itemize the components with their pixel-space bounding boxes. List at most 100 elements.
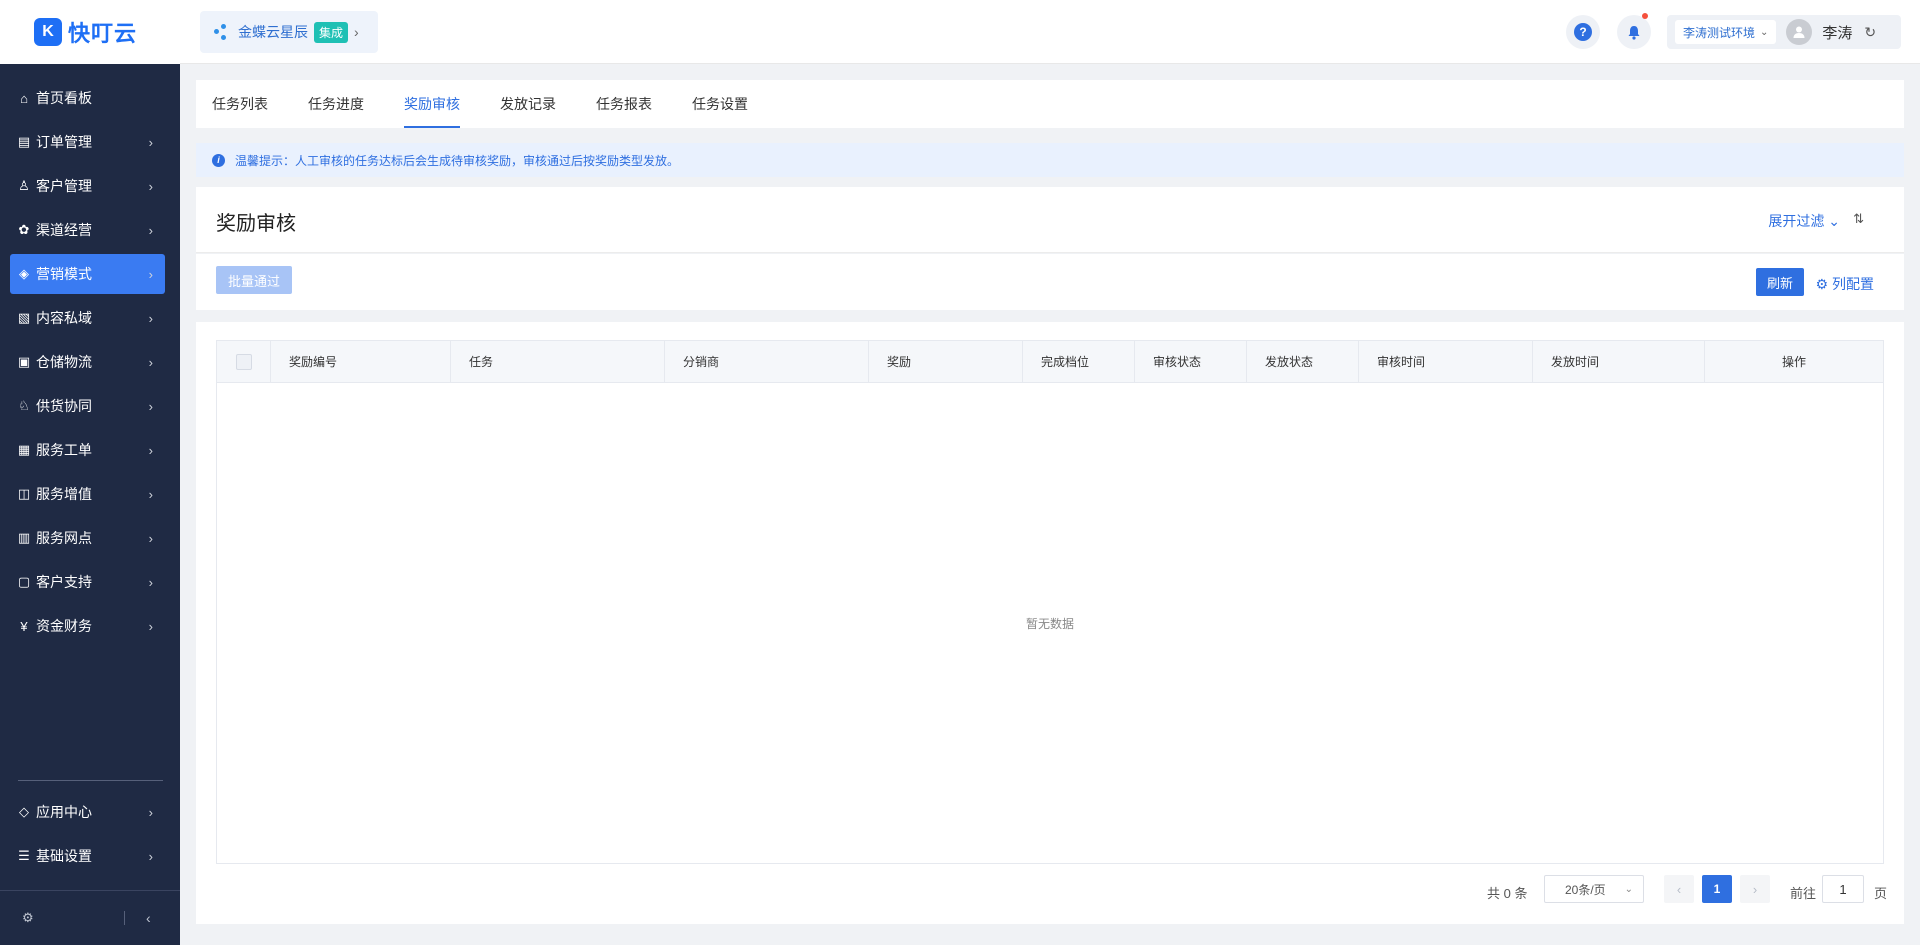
tip-banner: i 温馨提示：人工审核的任务达标后会生成待审核奖励，审核通过后按奖励类型发放。: [196, 143, 1904, 177]
sidebar-item-9[interactable]: ▦ 服务工单 ›: [10, 430, 165, 470]
sidebar-item-5[interactable]: ◈ 营销模式 ›: [10, 254, 165, 294]
task-tabs: 任务列表 任务进度 奖励审核 发放记录 任务报表 任务设置: [196, 80, 1904, 128]
logo[interactable]: K 快叮云: [0, 0, 180, 64]
warehouse-icon: ▣: [17, 354, 31, 369]
home-icon: ⌂: [20, 90, 28, 106]
sidebar: ⚙ ‹ ⌂ 首页看板 ▤ 订单管理 › ♙ 客户管理 › ✿ 渠道经营 › ◈ 营销模式 › ▧ 内容私域 › ▣…: [0, 64, 180, 945]
tab-4[interactable]: 发放记录: [500, 80, 556, 128]
sidebar-item-13[interactable]: ¥ 资金财务 ›: [10, 606, 165, 646]
product-logo-icon: [214, 22, 230, 42]
channel-icon: ✿: [18, 222, 30, 237]
page-1-button[interactable]: 1: [1702, 875, 1732, 903]
tab-5[interactable]: 任务报表: [596, 80, 652, 128]
column-header-6: 审核状态: [1135, 341, 1247, 383]
chevron-right-icon: ›: [148, 178, 153, 194]
sidebar-item-label: 应用中心: [36, 804, 92, 820]
column-header-4: 奖励: [869, 341, 1023, 383]
chevron-right-icon: ›: [148, 848, 153, 864]
select-all-checkbox-cell: [217, 341, 271, 383]
total-count: 共 0 条: [1487, 886, 1528, 901]
page-suffix: 页: [1874, 886, 1888, 901]
sidebar-item-2[interactable]: ▤ 订单管理 ›: [10, 122, 165, 162]
sliders-icon: ☰: [18, 848, 30, 863]
prev-page-button[interactable]: ‹: [1664, 875, 1694, 903]
info-icon: i: [212, 153, 225, 167]
yen-icon: ¥: [20, 618, 28, 634]
store-icon: ▥: [17, 530, 31, 545]
product-name: 金蝶云星辰: [238, 24, 308, 40]
sidebar-item-4[interactable]: ✿ 渠道经营 ›: [10, 210, 165, 250]
column-config-button[interactable]: ⚙ 列配置: [1816, 274, 1874, 294]
order-icon: ▤: [17, 134, 31, 149]
page-header: 奖励审核 展开过滤 ⌄ ⇅: [196, 187, 1904, 253]
help-button[interactable]: ?: [1566, 15, 1600, 49]
notification-dot: [1642, 13, 1648, 19]
goto-page-input[interactable]: 1: [1822, 875, 1864, 903]
notification-button[interactable]: [1617, 13, 1651, 49]
environment-label: 李涛测试环境: [1683, 25, 1756, 40]
sidebar-item-1[interactable]: ⌂ 首页看板: [10, 78, 165, 118]
sidebar-item-label: 服务工单: [36, 442, 92, 458]
tab-6[interactable]: 任务设置: [692, 80, 748, 128]
bell-icon: [1628, 25, 1640, 40]
chevron-right-icon: ›: [148, 310, 153, 326]
next-page-button[interactable]: ›: [1740, 875, 1770, 903]
sidebar-item-6[interactable]: ▧ 内容私域 ›: [10, 298, 165, 338]
settings-icon[interactable]: ⚙: [22, 910, 34, 926]
user-name[interactable]: 李涛: [1822, 22, 1852, 43]
avatar[interactable]: [1786, 19, 1813, 45]
tab-1[interactable]: 任务列表: [212, 80, 268, 128]
refresh-button[interactable]: 刷新: [1756, 268, 1804, 296]
sidebar-item-11[interactable]: ▥ 服务网点 ›: [10, 518, 165, 558]
product-switcher[interactable]: 金蝶云星辰 集成 ›: [200, 11, 378, 53]
batch-approve-button[interactable]: 批量通过: [216, 266, 292, 294]
page-size-select[interactable]: 20条/页 ⌄: [1544, 875, 1644, 903]
tab-3[interactable]: 奖励审核: [404, 80, 460, 128]
sidebar-item-14[interactable]: ◇ 应用中心 ›: [10, 792, 165, 832]
column-config-label: 列配置: [1832, 276, 1874, 292]
sidebar-item-10[interactable]: ◫ 服务增值 ›: [10, 474, 165, 514]
chevron-right-icon: ›: [148, 486, 153, 502]
sidebar-item-label: 渠道经营: [36, 222, 92, 238]
sidebar-item-label: 服务网点: [36, 530, 92, 546]
expand-filter-button[interactable]: 展开过滤 ⌄: [1768, 211, 1840, 231]
sidebar-item-label: 内容私域: [36, 310, 92, 326]
sidebar-divider: [18, 780, 163, 781]
footer-divider: [124, 911, 125, 925]
sidebar-item-3[interactable]: ♙ 客户管理 ›: [10, 166, 165, 206]
sidebar-item-label: 仓储物流: [36, 354, 92, 370]
sidebar-item-label: 基础设置: [36, 848, 92, 864]
goto-label: 前往: [1790, 886, 1817, 901]
supply-icon: ♘: [18, 398, 30, 413]
action-bar: 批量通过 刷新 ⚙ 列配置: [196, 254, 1904, 310]
column-header-1: 奖励编号: [271, 341, 451, 383]
sidebar-footer: ⚙ ‹: [0, 890, 180, 945]
chevron-right-icon: ›: [148, 530, 153, 546]
chevron-right-icon: ›: [148, 398, 153, 414]
table-panel: 奖励编号 任务 分销商 奖励 完成档位 审核状态 发放状态 审核时间 发放时间 操作 暂无数据: [196, 322, 1904, 924]
environment-select[interactable]: 李涛测试环境 ⌄: [1675, 20, 1777, 44]
integration-badge: 集成: [314, 21, 349, 43]
select-all-checkbox[interactable]: [235, 354, 252, 370]
image-icon: ▧: [17, 310, 31, 325]
sidebar-item-label: 客户管理: [36, 178, 92, 194]
sort-icon[interactable]: ⇅: [1853, 211, 1864, 227]
tab-2[interactable]: 任务进度: [308, 80, 364, 128]
top-bar: K 快叮云 金蝶云星辰 集成 › ? 李涛测试环境 ⌄ 李涛 ↻: [0, 0, 1920, 64]
tip-text: 温馨提示：人工审核的任务达标后会生成待审核奖励，审核通过后按奖励类型发放。: [235, 153, 680, 168]
reward-table: 奖励编号 任务 分销商 奖励 完成档位 审核状态 发放状态 审核时间 发放时间 操作 暂无数据: [216, 340, 1884, 864]
sidebar-item-label: 订单管理: [36, 134, 92, 150]
refresh-icon[interactable]: ↻: [1864, 24, 1876, 41]
sidebar-item-15[interactable]: ☰ 基础设置 ›: [10, 836, 165, 876]
chevron-right-icon: ›: [148, 618, 153, 634]
customer-icon: ♙: [18, 178, 30, 193]
sidebar-item-7[interactable]: ▣ 仓储物流 ›: [10, 342, 165, 382]
collapse-sidebar-icon[interactable]: ‹: [146, 910, 151, 926]
table-header: 奖励编号 任务 分销商 奖励 完成档位 审核状态 发放状态 审核时间 发放时间 操作: [217, 341, 1883, 383]
chevron-down-icon: ⌄: [1624, 883, 1633, 895]
sidebar-item-8[interactable]: ♘ 供货协同 ›: [10, 386, 165, 426]
sidebar-item-12[interactable]: ▢ 客户支持 ›: [10, 562, 165, 602]
chevron-down-icon: ⌄: [1760, 26, 1769, 38]
bag-icon: ◫: [17, 486, 31, 501]
chevron-down-icon: ⌄: [1828, 213, 1840, 229]
